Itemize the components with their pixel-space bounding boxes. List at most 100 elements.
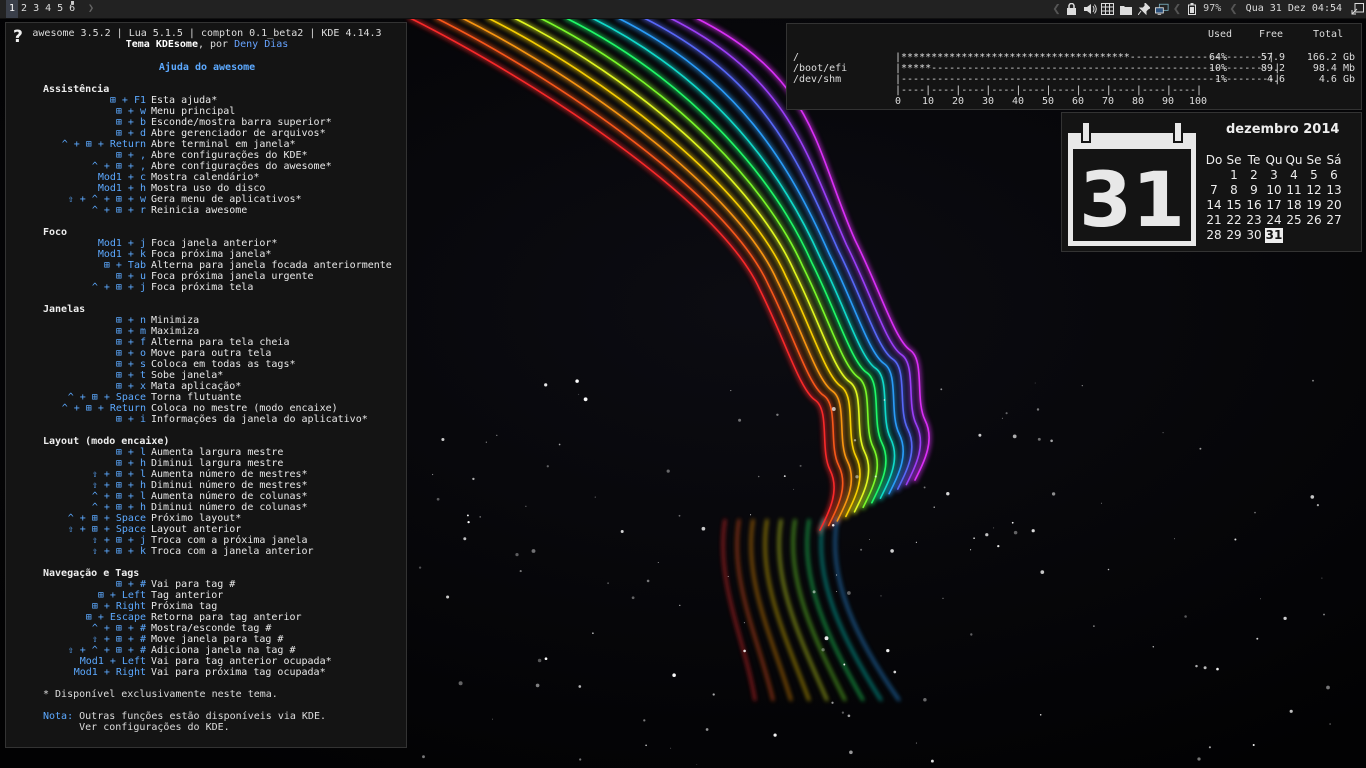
tag-1[interactable]: 1 — [6, 0, 19, 18]
star — [578, 685, 582, 688]
calendar-day[interactable]: 12 — [1304, 183, 1324, 198]
star — [579, 758, 582, 761]
shortcut-row: Mod1 + c Mostra calendário* — [6, 172, 408, 183]
help-panel: ? awesome 3.5.2 | Lua 5.1.5 | compton 0.… — [5, 22, 407, 748]
star — [915, 742, 917, 744]
calendar-day[interactable]: 23 — [1244, 213, 1264, 228]
network-icon[interactable] — [1154, 0, 1169, 18]
shortcut-key: ⊞ + i — [115, 414, 146, 425]
shortcut-key: Mod1 + h — [97, 183, 146, 194]
calendar-day[interactable]: 10 — [1264, 183, 1284, 198]
star — [646, 579, 650, 583]
calendar-day[interactable]: 22 — [1224, 213, 1244, 228]
calendar-day[interactable]: 1 — [1224, 168, 1244, 183]
star — [1316, 504, 1319, 507]
shortcut-description: Layout anterior — [151, 524, 242, 535]
shortcut-description: Reinicia awesome — [151, 205, 248, 216]
shortcut-row: Mod1 + k Foca próxima janela* — [6, 249, 408, 260]
battery-icon[interactable] — [1185, 0, 1199, 18]
calendar-day[interactable]: 27 — [1324, 213, 1344, 228]
layout-icon[interactable] — [1350, 0, 1364, 18]
folder-icon[interactable] — [1119, 0, 1133, 18]
tag-6[interactable]: 6 — [66, 0, 78, 18]
week-row: 7 8 9 10 11 12 13 — [1204, 183, 1354, 198]
star — [670, 747, 672, 749]
calendar-day[interactable]: 7 — [1204, 183, 1224, 198]
shortcut-row: ⊞ + u Foca próxima janela urgente — [6, 271, 408, 282]
calendar-day[interactable]: 15 — [1224, 198, 1244, 213]
star — [890, 549, 894, 553]
used-percent: 1% — [1214, 74, 1227, 85]
calendar-day[interactable]: 29 — [1224, 228, 1244, 243]
calendar-day[interactable]: 14 — [1204, 198, 1224, 213]
calendar-day[interactable]: 18 — [1284, 198, 1304, 213]
star — [1039, 714, 1042, 716]
star — [915, 541, 917, 543]
tag-2[interactable]: 2 — [18, 0, 30, 18]
clock[interactable]: Qua 31 Dez 04:54 — [1246, 0, 1342, 18]
tag-4[interactable]: 4 — [42, 0, 54, 18]
tag-list: 123456 — [6, 0, 78, 18]
top-panel: 123456 ❯ ❮ ❮ 97% ❮ Qua 31 Dez 04:54 — [0, 0, 1366, 19]
shortcut-description: Tag anterior — [151, 590, 224, 601]
star — [727, 575, 729, 578]
calendar-day[interactable]: 25 — [1284, 213, 1304, 228]
calendar-day[interactable]: 24 — [1264, 213, 1284, 228]
star — [620, 530, 624, 533]
star — [793, 488, 795, 490]
shortcut-description: Torna flutuante — [151, 392, 242, 403]
star — [1254, 511, 1256, 514]
lock-icon[interactable] — [1065, 0, 1079, 18]
star — [930, 759, 934, 763]
shortcut-row: ⊞ + o Move para outra tela — [6, 348, 408, 359]
tag-5[interactable]: 5 — [54, 0, 66, 18]
star — [1162, 431, 1164, 434]
pin-icon[interactable] — [1137, 0, 1151, 18]
star — [645, 744, 647, 747]
star — [657, 561, 659, 564]
calendar-day[interactable]: 17 — [1264, 198, 1284, 213]
calendar-day[interactable]: 30 — [1244, 228, 1264, 243]
tag-3[interactable]: 3 — [30, 0, 42, 18]
calendar-day[interactable]: 21 — [1204, 213, 1224, 228]
calendar-day[interactable]: 13 — [1324, 183, 1344, 198]
shortcut-description: Informações da janela do aplicativo* — [151, 414, 368, 425]
shortcut-row: ⇧ + ⊞ + l Aumenta número de mestres* — [6, 469, 408, 480]
star — [436, 497, 440, 501]
star — [743, 622, 745, 624]
shortcut-description: Gera menu de aplicativos* — [151, 194, 302, 205]
calendar-day[interactable]: 31 — [1265, 228, 1283, 243]
note-line-1: Outras funções estão disponíveis via KDE… — [79, 711, 326, 722]
calendar-day[interactable]: 5 — [1304, 168, 1324, 183]
scale-line: |----|----|----|----|----|----|----|----… — [895, 85, 1203, 96]
calendar-day[interactable]: 26 — [1304, 213, 1324, 228]
star — [923, 698, 927, 702]
calendar-day[interactable]: 3 — [1264, 168, 1284, 183]
star — [525, 505, 527, 507]
calendar-day[interactable]: 2 — [1244, 168, 1264, 183]
shortcut-description: Coloca no mestre (modo encaixe) — [151, 403, 338, 414]
star — [933, 506, 935, 508]
calendar-icon-day: 31 — [1079, 155, 1185, 244]
volume-icon[interactable] — [1083, 0, 1097, 18]
calendar-day[interactable]: 8 — [1224, 183, 1244, 198]
version-info: awesome 3.5.2 | Lua 5.1.5 | compton 0.1_… — [32, 28, 382, 39]
weekday-label: Te — [1247, 153, 1261, 167]
calendar-day[interactable]: 19 — [1304, 198, 1324, 213]
calendar-day[interactable]: 11 — [1284, 183, 1304, 198]
shortcut-description: Abre configurações do awesome* — [151, 161, 332, 172]
star — [705, 728, 709, 731]
star — [1011, 521, 1014, 524]
calendar-day[interactable]: 4 — [1284, 168, 1304, 183]
star — [1216, 667, 1219, 671]
calendar-day[interactable]: 6 — [1324, 168, 1344, 183]
calendar-day[interactable]: 9 — [1244, 183, 1264, 198]
calendar-day[interactable]: 28 — [1204, 228, 1224, 243]
calendar-day[interactable]: 16 — [1244, 198, 1264, 213]
author-link[interactable]: Deny Dias — [234, 39, 288, 50]
shortcut-key: ⊞ + s — [115, 359, 146, 370]
star — [1001, 417, 1003, 419]
keyboard-icon[interactable] — [1101, 0, 1115, 18]
calendar-day[interactable]: 20 — [1324, 198, 1344, 213]
shortcut-description: Coloca em todas as tags* — [151, 359, 296, 370]
